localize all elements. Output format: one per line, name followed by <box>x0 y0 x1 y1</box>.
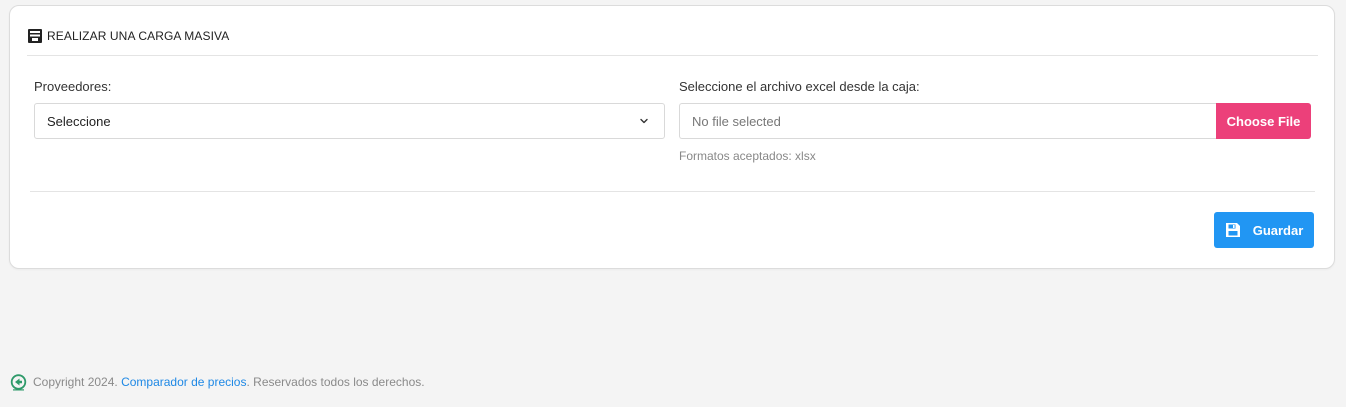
form-list-icon <box>28 29 42 43</box>
floppy-disk-icon <box>1225 223 1240 237</box>
actions-divider <box>30 191 1315 192</box>
file-name-placeholder: No file selected <box>692 113 781 129</box>
save-button[interactable]: Guardar <box>1214 212 1314 248</box>
providers-select-value: Seleccione <box>47 113 111 129</box>
accepted-formats-text: Formatos aceptados: xlsx <box>679 149 816 163</box>
header-divider <box>27 55 1318 56</box>
footer: Copyright 2024. Comparador de precios. R… <box>10 373 425 391</box>
copyright-text: Copyright 2024. <box>33 375 118 389</box>
providers-label: Proveedores: <box>34 79 112 94</box>
file-label: Seleccione el archivo excel desde la caj… <box>679 79 920 94</box>
file-input-group: No file selected Choose File <box>679 103 1311 139</box>
logo-icon <box>10 373 27 390</box>
card-header: REALIZAR UNA CARGA MASIVA <box>27 27 229 45</box>
providers-select[interactable]: Seleccione <box>34 103 665 139</box>
choose-file-button[interactable]: Choose File <box>1216 103 1311 139</box>
footer-link[interactable]: Comparador de precios <box>121 375 246 389</box>
card-title: REALIZAR UNA CARGA MASIVA <box>47 29 230 43</box>
save-button-label: Guardar <box>1252 222 1304 238</box>
bulk-upload-card: REALIZAR UNA CARGA MASIVA Proveedores: S… <box>9 5 1335 269</box>
rights-text: . Reservados todos los derechos. <box>246 375 425 389</box>
chevron-down-icon <box>640 118 648 124</box>
file-name-field[interactable]: No file selected <box>679 103 1216 139</box>
